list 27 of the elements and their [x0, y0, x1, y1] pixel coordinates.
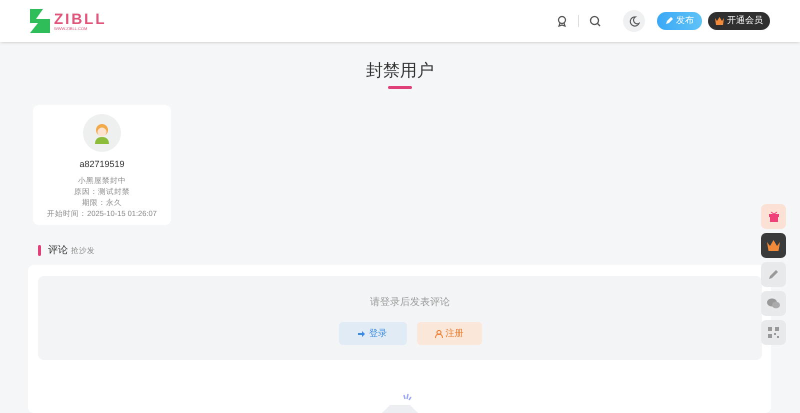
logo-text: ZIBLL — [54, 12, 106, 26]
chat-bubbles-icon — [767, 298, 780, 309]
crown-icon — [767, 240, 780, 251]
crown-icon — [715, 17, 724, 25]
page-title: 封禁用户 — [366, 60, 434, 82]
avatar — [83, 114, 121, 152]
pencil-icon — [665, 17, 673, 25]
vip-float-button[interactable] — [761, 233, 786, 258]
dark-mode-button[interactable] — [623, 10, 645, 32]
moon-icon — [628, 16, 640, 26]
qr-code-button[interactable] — [761, 320, 786, 345]
login-prompt: 请登录后发表评论 — [370, 296, 450, 310]
chat-button[interactable] — [761, 291, 786, 316]
username: a82719519 — [79, 158, 125, 171]
publish-button[interactable]: 发布 — [657, 12, 702, 30]
pencil-icon — [768, 269, 779, 280]
sign-in-icon — [358, 330, 366, 338]
register-button[interactable]: 注册 — [416, 322, 482, 345]
login-button[interactable]: 登录 — [338, 322, 406, 345]
gift-icon — [768, 210, 780, 222]
qr-code-icon — [768, 327, 779, 338]
user-icon — [434, 330, 442, 338]
logo-icon — [30, 9, 50, 33]
comments-title: 评论 — [48, 244, 68, 258]
badge-icon[interactable] — [556, 15, 568, 27]
vip-button[interactable]: 开通会员 — [708, 12, 770, 30]
search-icon[interactable] — [589, 15, 601, 27]
